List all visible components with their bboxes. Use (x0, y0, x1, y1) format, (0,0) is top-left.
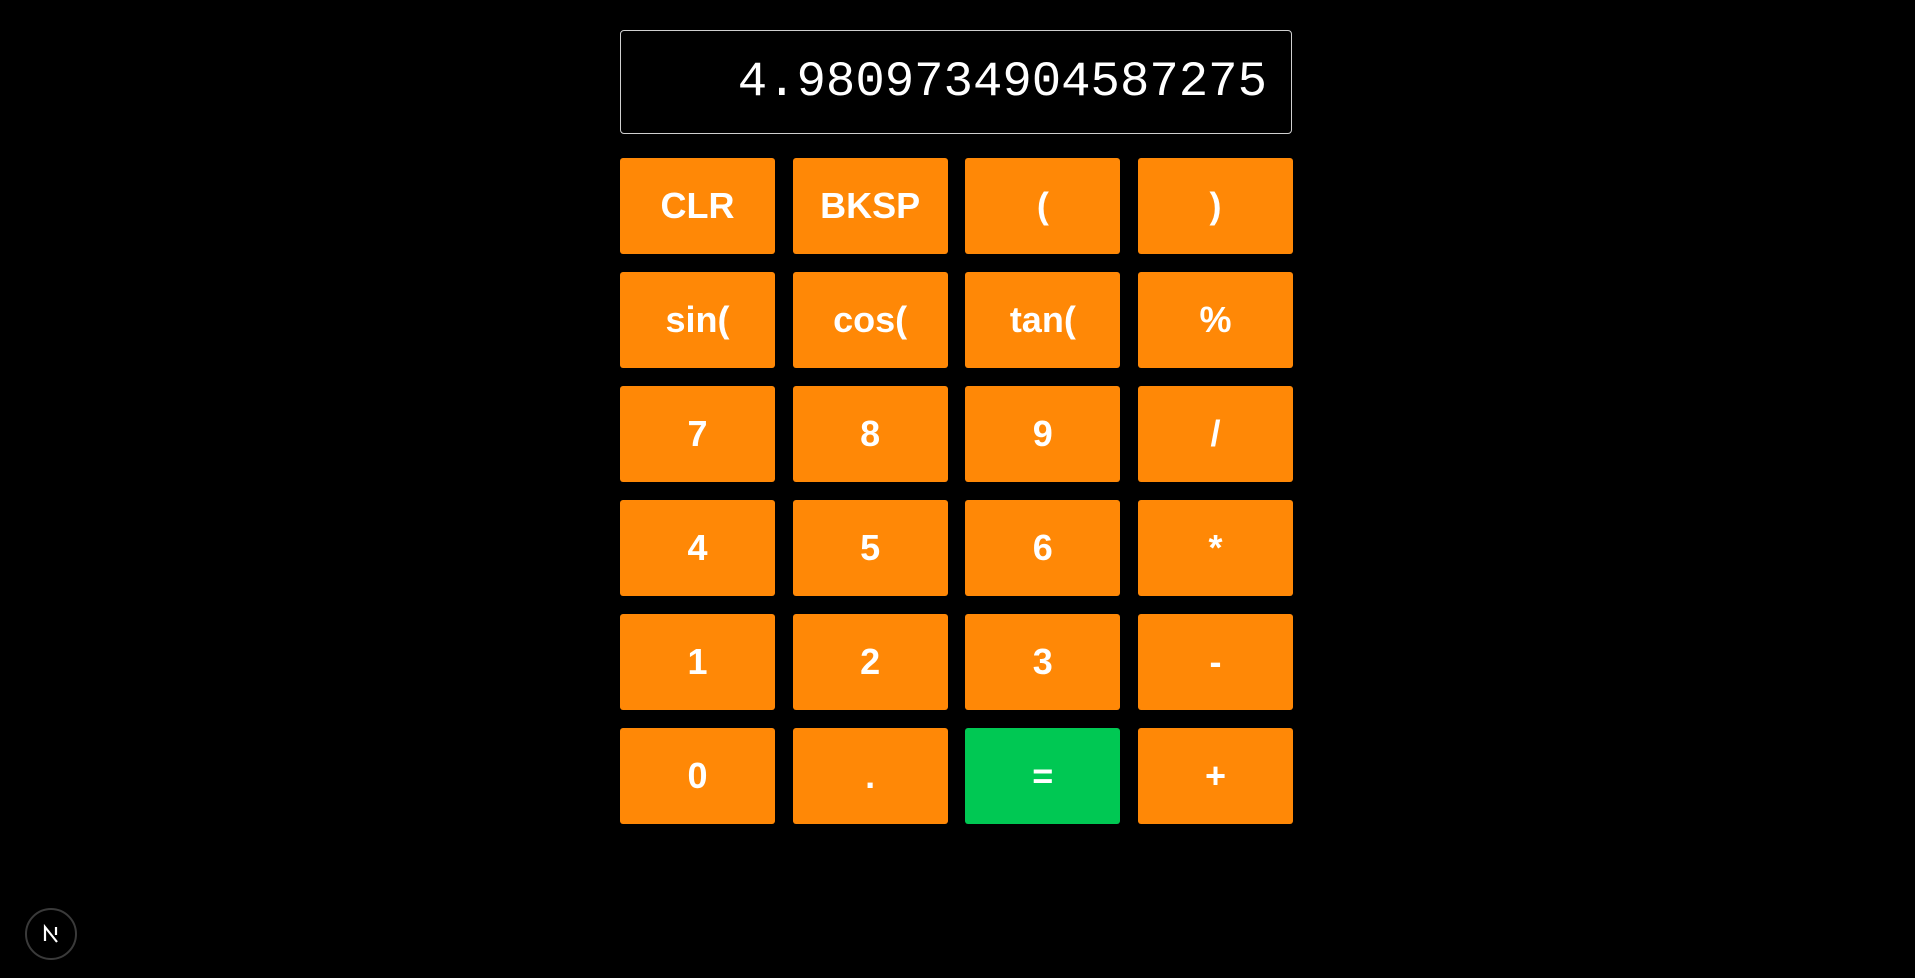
digit-1-button[interactable]: 1 (620, 614, 775, 710)
digit-6-button[interactable]: 6 (965, 500, 1121, 596)
equals-button[interactable]: = (965, 728, 1121, 824)
divide-button[interactable]: / (1137, 386, 1293, 482)
digit-0-button[interactable]: 0 (620, 728, 775, 824)
digit-5-button[interactable]: 5 (792, 500, 948, 596)
cos-button[interactable]: cos( (792, 272, 948, 368)
nextjs-dev-badge[interactable] (25, 908, 77, 960)
add-button[interactable]: + (1137, 728, 1293, 824)
sin-button[interactable]: sin( (620, 272, 775, 368)
digit-9-button[interactable]: 9 (965, 386, 1121, 482)
open-paren-button[interactable]: ( (965, 158, 1121, 254)
display-field[interactable] (620, 30, 1292, 134)
digit-3-button[interactable]: 3 (965, 614, 1121, 710)
backspace-button[interactable]: BKSP (792, 158, 948, 254)
digit-8-button[interactable]: 8 (792, 386, 948, 482)
digit-2-button[interactable]: 2 (792, 614, 948, 710)
keypad: CLR BKSP ( ) sin( cos( tan( % 7 8 9 / 4 … (620, 158, 1293, 824)
subtract-button[interactable]: - (1137, 614, 1293, 710)
tan-button[interactable]: tan( (965, 272, 1121, 368)
multiply-button[interactable]: * (1137, 500, 1293, 596)
close-paren-button[interactable]: ) (1137, 158, 1293, 254)
digit-7-button[interactable]: 7 (620, 386, 775, 482)
nextjs-logo-icon (40, 923, 62, 945)
clear-button[interactable]: CLR (620, 158, 775, 254)
percent-button[interactable]: % (1137, 272, 1293, 368)
decimal-point-button[interactable]: . (792, 728, 948, 824)
calculator: CLR BKSP ( ) sin( cos( tan( % 7 8 9 / 4 … (620, 30, 1293, 824)
digit-4-button[interactable]: 4 (620, 500, 775, 596)
